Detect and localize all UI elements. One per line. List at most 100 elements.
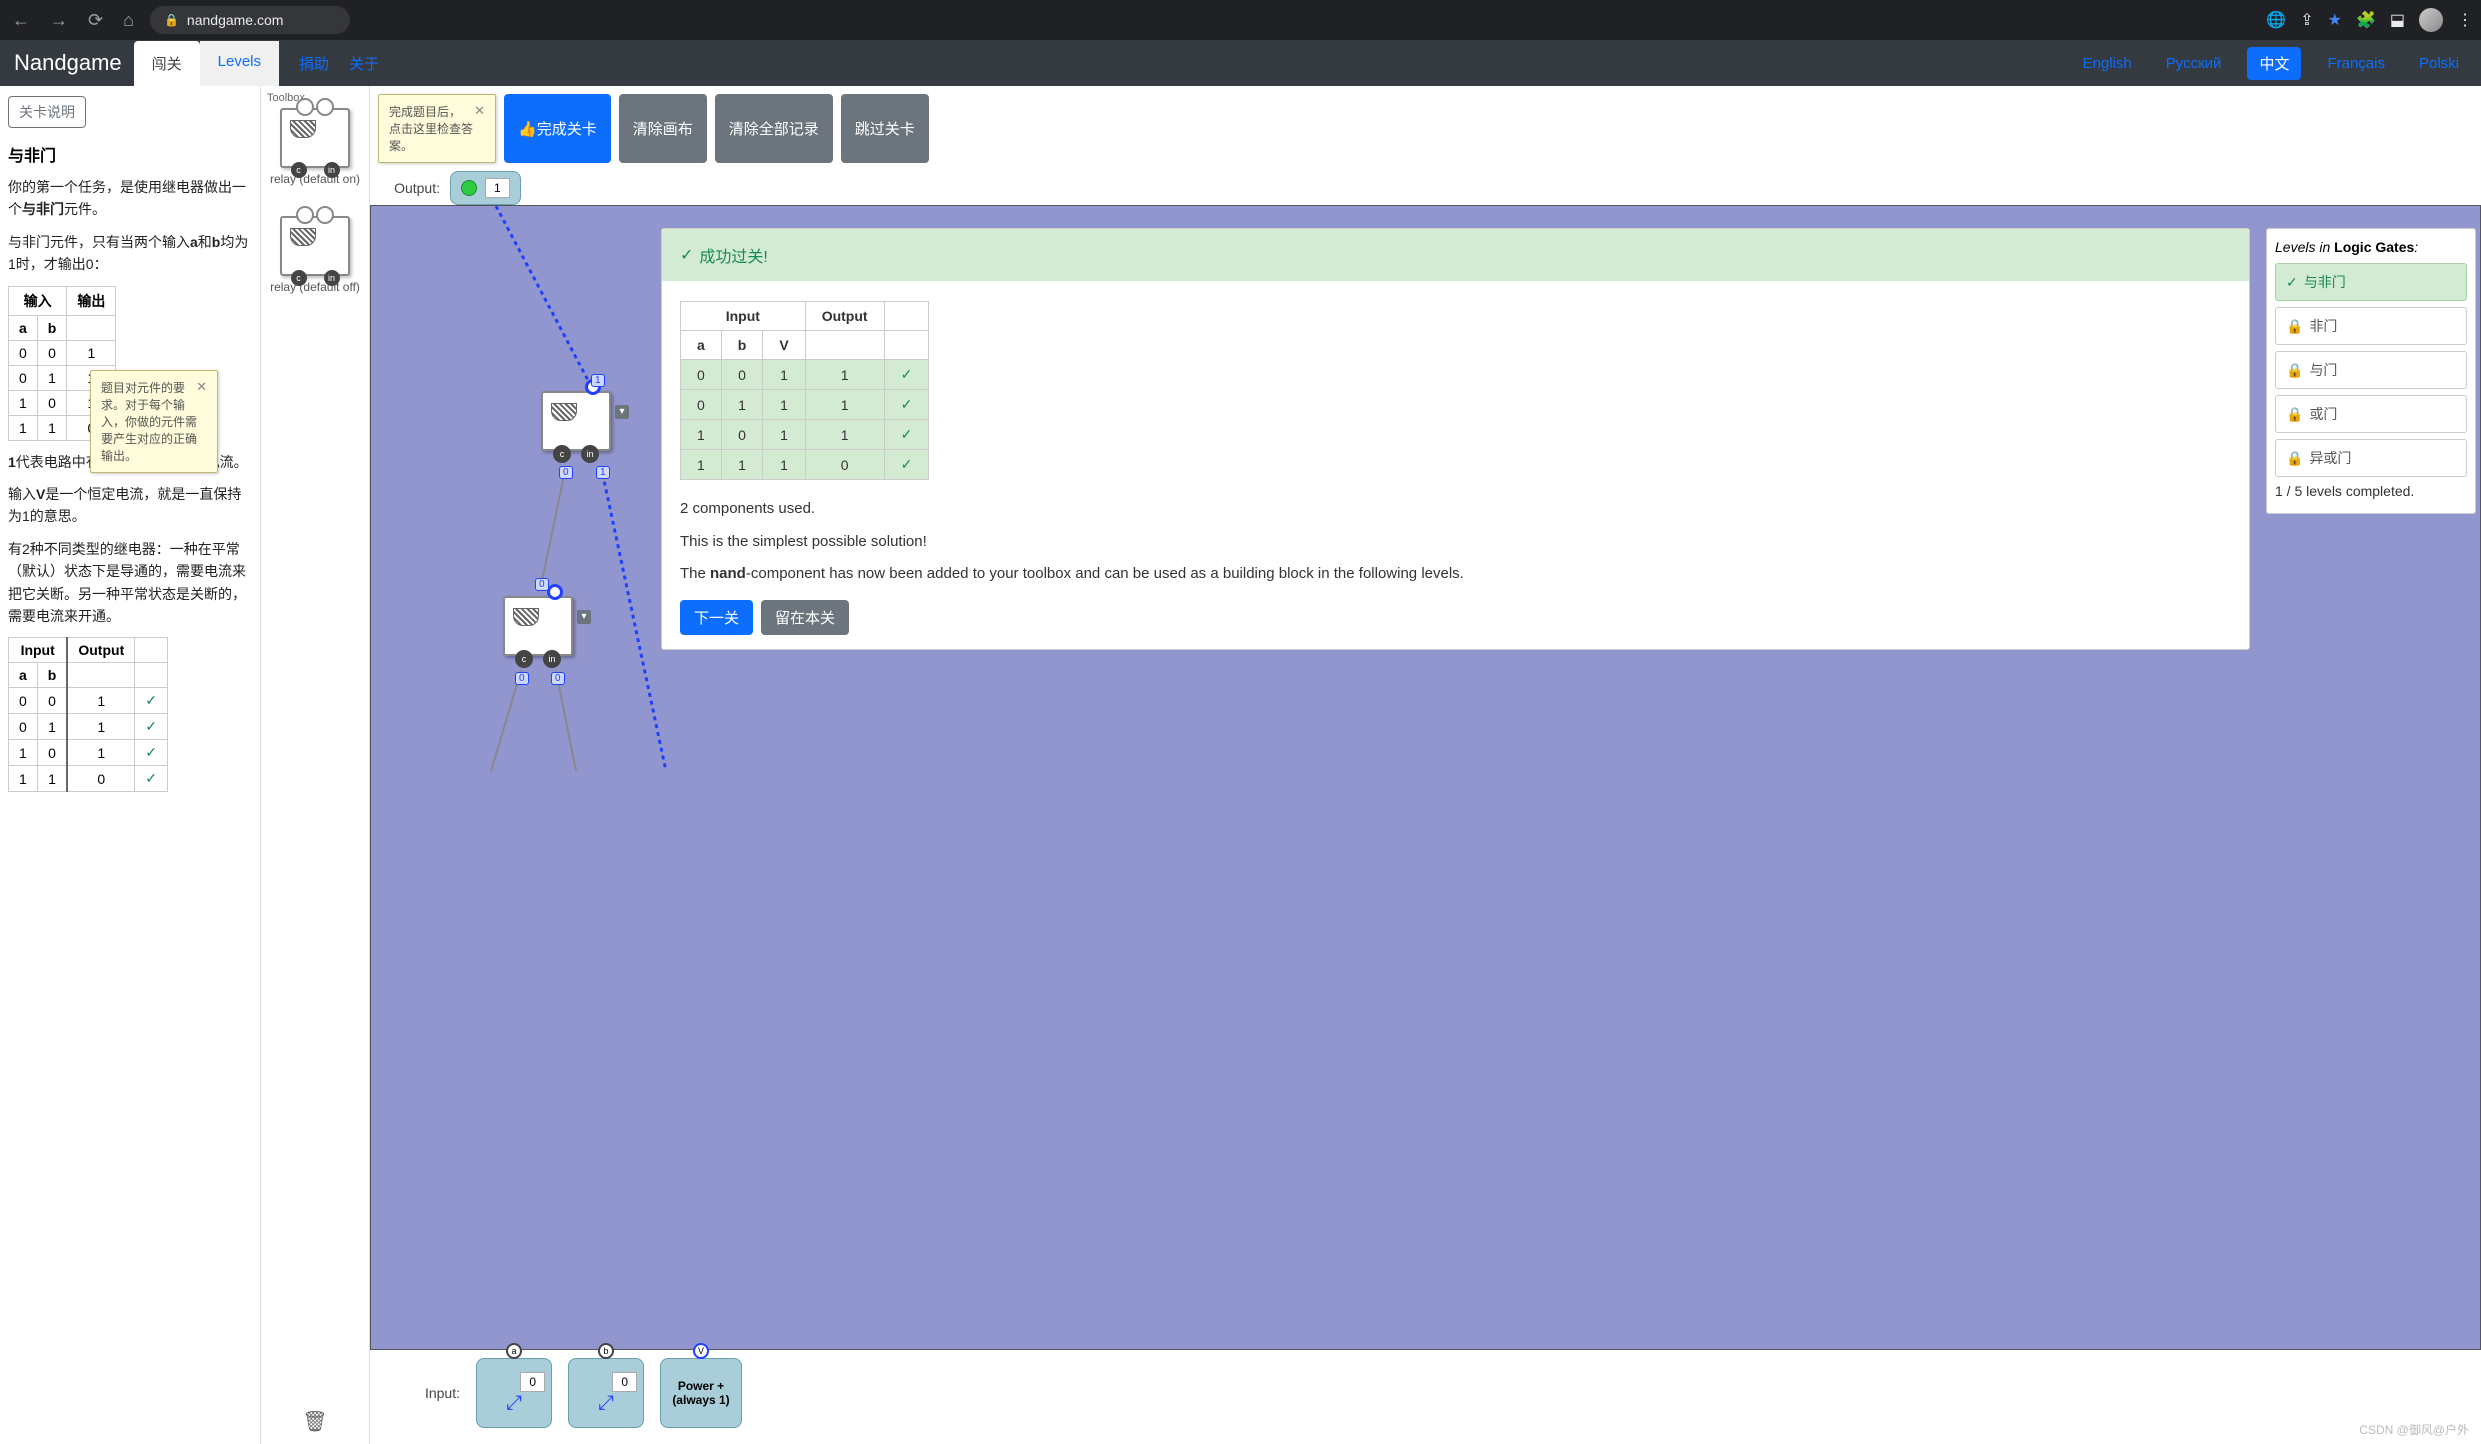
levels-panel: Levels in Logic Gates: ✓与非门 🔒非门 🔒与门 🔒或门 …	[2266, 228, 2476, 514]
brand: Nandgame	[14, 50, 122, 76]
link-donate[interactable]: 捐助	[299, 53, 329, 74]
chevron-down-icon[interactable]: ▾	[615, 405, 629, 419]
check-icon: ✓	[2286, 274, 2298, 290]
input-b[interactable]: b 0 ⤢	[568, 1358, 644, 1428]
link-about[interactable]: 关于	[349, 53, 379, 74]
table-row: 110✓	[9, 766, 168, 792]
truth-table-2: InputOutput ab 001✓ 011✓ 101✓ 110✓	[8, 637, 168, 792]
table-row: 1011✓	[681, 420, 929, 450]
stay-button[interactable]: 留在本关	[761, 600, 849, 635]
lang-fr[interactable]: Français	[2319, 51, 2393, 76]
clear-canvas-button[interactable]: 清除画布	[619, 94, 707, 163]
browser-chrome: ← → ⟳ ⌂ 🔒 nandgame.com 🌐 ⇪ ★ 🧩 ⬓ ⋮	[0, 0, 2481, 40]
close-icon[interactable]: ✕	[196, 379, 207, 395]
share-icon[interactable]: ⇪	[2300, 10, 2313, 30]
tooltip-check: ✕ 完成题目后，点击这里检查答案。	[378, 94, 496, 163]
browser-reload-icon[interactable]: ⟳	[84, 6, 107, 35]
signal-tag: 0	[551, 672, 565, 685]
tab-play[interactable]: 闯关	[134, 41, 200, 86]
result-panel: ✓成功过关! InputOutput abV 0011✓ 0111✓ 1011✓…	[661, 228, 2250, 650]
signal-tag: 1	[596, 466, 610, 479]
lock-icon: 🔒	[2286, 450, 2303, 466]
levels-title: Levels in Logic Gates:	[2275, 239, 2467, 255]
result-table: InputOutput abV 0011✓ 0111✓ 1011✓ 1110✓	[680, 301, 929, 480]
result-components: 2 components used.	[680, 498, 2231, 521]
signal-tag: 0	[515, 672, 529, 685]
input-a[interactable]: a 0 ⤢	[476, 1358, 552, 1428]
toolbox-label: Toolbox	[267, 92, 363, 104]
canvas-area: ✕ 完成题目后，点击这里检查答案。 👍完成关卡 清除画布 清除全部记录 跳过关卡…	[370, 86, 2481, 1444]
signal-tag: 1	[591, 374, 605, 387]
table-row: 0011✓	[681, 360, 929, 390]
next-level-button[interactable]: 下一关	[680, 600, 753, 635]
result-nand: The nand-component has now been added to…	[680, 563, 2231, 586]
lang-en[interactable]: English	[2075, 51, 2140, 76]
toolbar: ✕ 完成题目后，点击这里检查答案。 👍完成关卡 清除画布 清除全部记录 跳过关卡	[370, 86, 2481, 171]
component-relay-off[interactable]: cin relay (default off)	[267, 216, 363, 294]
level-description-button[interactable]: 关卡说明	[8, 96, 86, 128]
lock-icon: 🔒	[164, 13, 179, 27]
level-item-not[interactable]: 🔒非门	[2275, 307, 2467, 345]
browser-back-icon[interactable]: ←	[8, 6, 34, 35]
canvas-relay-2[interactable]: c in ▾	[503, 596, 573, 656]
component-relay-on[interactable]: cin relay (default on)	[267, 108, 363, 186]
lang-zh[interactable]: 中文	[2247, 47, 2301, 80]
close-icon[interactable]: ✕	[474, 103, 485, 119]
check-icon: ✓	[680, 245, 693, 265]
table-row: 011✓	[9, 714, 168, 740]
led-icon	[461, 180, 477, 196]
extensions-icon[interactable]: 🧩	[2356, 10, 2376, 30]
tooltip-requirements: ✕ 题目对元件的要求。对于每个输入，你做的元件需要产生对应的正确输出。	[90, 370, 218, 473]
address-bar[interactable]: 🔒 nandgame.com	[150, 6, 350, 34]
table-row: 001✓	[9, 688, 168, 714]
level-p1: 你的第一个任务，是使用继电器做出一个与非门元件。	[8, 176, 252, 221]
download-icon[interactable]: ⬓	[2390, 10, 2405, 30]
trash-icon[interactable]: 🗑	[302, 1409, 327, 1434]
app-nav: Nandgame 闯关 Levels 捐助 关于 English Русский…	[0, 40, 2481, 86]
url-text: nandgame.com	[187, 12, 284, 28]
output-chip: 1	[450, 171, 521, 205]
level-item-xor[interactable]: 🔒异或门	[2275, 439, 2467, 477]
lock-icon: 🔒	[2286, 406, 2303, 422]
canvas-relay-1[interactable]: c in ▾	[541, 391, 611, 451]
table-row: 101✓	[9, 740, 168, 766]
table-row: 1110✓	[681, 450, 929, 480]
tab-levels[interactable]: Levels	[200, 41, 279, 86]
canvas[interactable]: c in ▾ 1 0 1 c in ▾ 0 0 0 ✓成功过关!	[370, 205, 2481, 1350]
lang-pl[interactable]: Polski	[2411, 51, 2467, 76]
level-item-and[interactable]: 🔒与门	[2275, 351, 2467, 389]
level-item-nand[interactable]: ✓与非门	[2275, 263, 2467, 301]
bookmark-star-icon[interactable]: ★	[2328, 10, 2342, 30]
lock-icon: 🔒	[2286, 318, 2303, 334]
table-row: 001	[9, 340, 116, 365]
menu-dots-icon[interactable]: ⋮	[2457, 10, 2473, 30]
levels-count: 1 / 5 levels completed.	[2275, 483, 2467, 499]
result-simplest: This is the simplest possible solution!	[680, 531, 2231, 554]
lock-icon: 🔒	[2286, 362, 2303, 378]
browser-forward-icon[interactable]: →	[46, 6, 72, 35]
input-power: V Power + (always 1)	[660, 1358, 742, 1428]
output-value: 1	[485, 178, 510, 198]
toolbox: Toolbox cin relay (default on) cin relay…	[260, 86, 370, 1444]
watermark: CSDN @御风@户外	[2359, 1421, 2469, 1438]
skip-button[interactable]: 跳过关卡	[841, 94, 929, 163]
signal-tag: 0	[559, 466, 573, 479]
switch-icon: ⤢	[506, 1392, 522, 1415]
chevron-down-icon[interactable]: ▾	[577, 610, 591, 624]
signal-tag: 0	[535, 578, 549, 591]
level-p4: 输入V是一个恒定电流，就是一直保持为1的意思。	[8, 483, 252, 528]
browser-home-icon[interactable]: ⌂	[119, 6, 138, 35]
level-title: 与非门	[8, 142, 252, 166]
clear-all-button[interactable]: 清除全部记录	[715, 94, 833, 163]
translate-icon[interactable]: 🌐	[2266, 10, 2286, 30]
lang-ru[interactable]: Русский	[2158, 51, 2230, 76]
profile-avatar[interactable]	[2419, 8, 2443, 32]
level-p2: 与非门元件，只有当两个输入a和b均为1时，才输出0：	[8, 231, 252, 276]
table-row: 0111✓	[681, 390, 929, 420]
input-label: Input:	[380, 1385, 460, 1401]
level-item-or[interactable]: 🔒或门	[2275, 395, 2467, 433]
output-label: Output:	[380, 180, 440, 196]
sidebar: 关卡说明 与非门 你的第一个任务，是使用继电器做出一个与非门元件。 与非门元件，…	[0, 86, 260, 1444]
check-button[interactable]: 👍完成关卡	[504, 94, 611, 163]
switch-icon: ⤢	[598, 1392, 614, 1415]
